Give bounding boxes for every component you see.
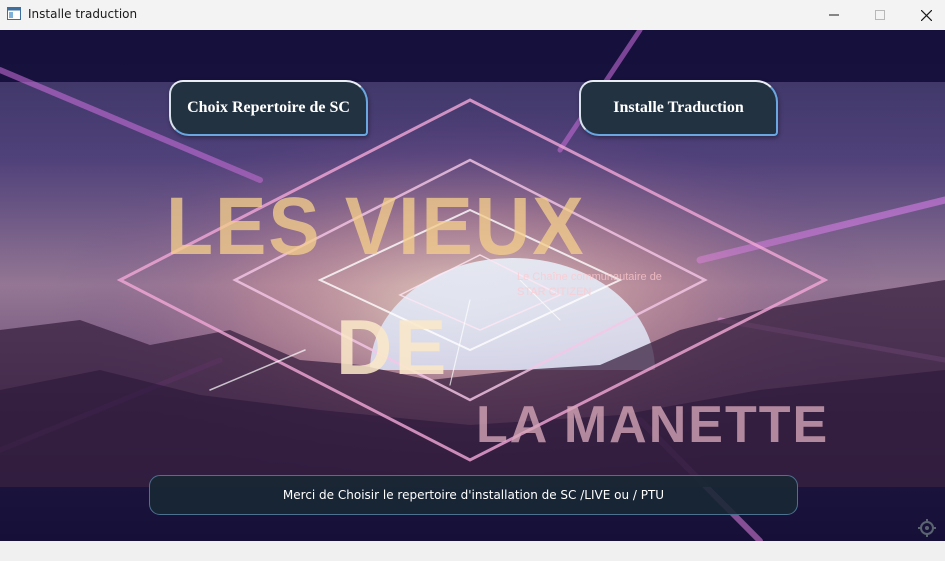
status-message-box: Merci de Choisir le repertoire d'install… [149, 475, 798, 515]
logo-title-line3: LA MANETTE [476, 396, 830, 454]
logo-tagline-line1: Le Chaîne communautaire de [517, 271, 662, 283]
window-title: Installe traduction [28, 7, 138, 21]
logo-title-line1: LES VIEUX [166, 181, 586, 272]
logo-title-line2: DE [336, 303, 449, 391]
minimize-icon [829, 14, 839, 16]
install-translation-button[interactable]: Installe Traduction [579, 80, 778, 136]
choose-directory-button[interactable]: Choix Repertoire de SC [169, 80, 368, 136]
title-bar[interactable]: Installe traduction [0, 0, 945, 30]
close-icon [920, 9, 932, 21]
window-bottom-edge [0, 541, 945, 561]
close-button[interactable] [903, 0, 945, 30]
maximize-icon [875, 10, 885, 20]
main-content: LES VIEUX Le Chaîne communautaire de STA… [0, 30, 945, 541]
maximize-button[interactable] [857, 0, 903, 30]
app-window-icon [7, 7, 21, 20]
logo-tagline-line2: STAR CITIZEN [517, 286, 592, 298]
background-artwork [0, 30, 945, 541]
minimize-button[interactable] [811, 0, 857, 30]
app-window: Installe traduction LES VIEUX Le Chaîne … [0, 0, 945, 561]
status-message: Merci de Choisir le repertoire d'install… [282, 488, 665, 502]
logo-tagline: Le Chaîne communautaire de STAR CITIZEN [517, 270, 662, 300]
settings-gear-icon[interactable] [917, 518, 937, 538]
